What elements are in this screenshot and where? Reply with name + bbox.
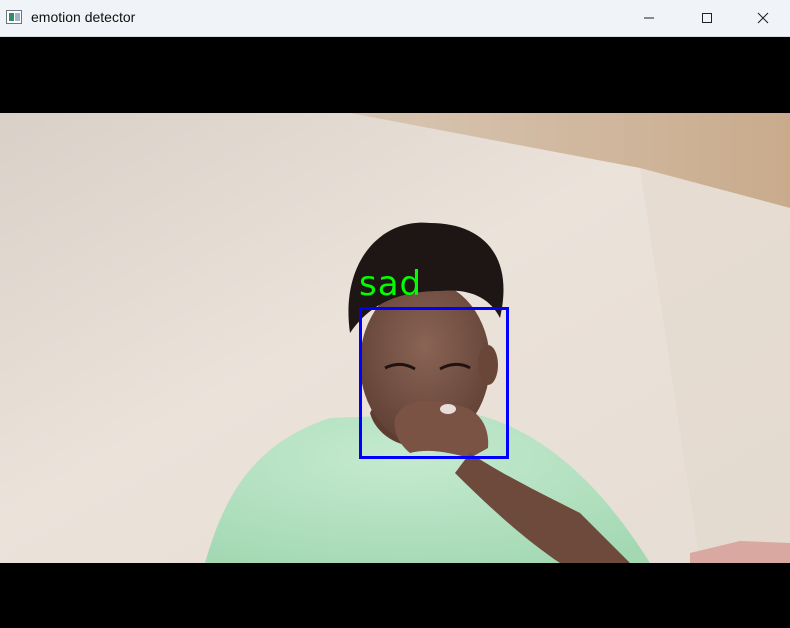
window-title: emotion detector <box>31 9 136 25</box>
minimize-icon <box>644 17 654 19</box>
maximize-icon <box>702 13 712 23</box>
title-bar[interactable]: emotion detector <box>0 0 790 37</box>
face-bounding-box <box>359 307 509 459</box>
close-icon <box>757 12 769 24</box>
video-viewport: sad <box>0 38 790 628</box>
minimize-button[interactable] <box>620 0 678 36</box>
app-icon <box>6 10 22 24</box>
app-window: emotion detector sad <box>0 0 790 628</box>
emotion-label: sad <box>359 264 423 304</box>
maximize-button[interactable] <box>678 0 736 36</box>
close-button[interactable] <box>736 0 790 36</box>
